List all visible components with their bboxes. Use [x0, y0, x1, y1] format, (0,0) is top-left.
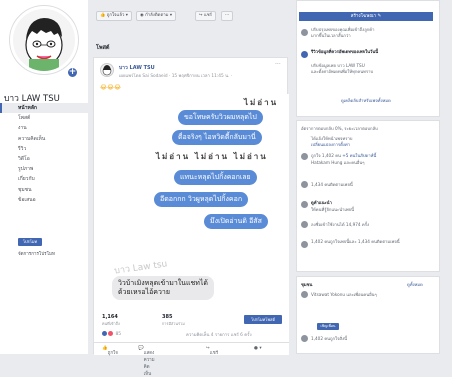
megaphone-icon — [301, 29, 308, 36]
right-column: สร้างโฆษณา ✎ ปรับปรุงเพจของคุณเพื่อเข้าถ… — [296, 0, 440, 354]
cartoon-face-icon — [102, 65, 112, 76]
follow-button[interactable]: ◉ กำลังติดตาม ▾ — [136, 11, 177, 21]
change-settings-link[interactable]: เปลี่ยนแปลงการตั้งค่า — [311, 141, 350, 148]
engagement-value: 385 — [162, 314, 173, 320]
people-like-text: 1,402 คนถูกใจเพจนี้และ 1,434 คนติดตามเพจ… — [311, 239, 400, 244]
sidebar-item-offers[interactable]: ข้อเสนอ — [0, 195, 88, 205]
reach-label: คนที่เข้าถึง — [102, 321, 120, 326]
like-reaction-icon — [102, 331, 107, 336]
rss-icon: ◉ — [140, 13, 144, 18]
likes-total: ถูกใจ 1,402 คน — [311, 153, 341, 158]
tips-card: สร้างโฆษณา ✎ ปรับปรุงเพจของคุณเพื่อเข้าถ… — [296, 0, 440, 117]
thumbs-up-icon: 👍 — [100, 13, 106, 18]
section-title: โพสต์ — [96, 45, 110, 51]
see-all-community-link[interactable]: ดูทั้งหมด — [407, 281, 423, 288]
watermark: บาว Law tsu — [113, 259, 168, 277]
info-icon — [301, 51, 308, 58]
post-meta: เผยแพร่โดย Sai Sodaeid · 15 พฤศจิกายน เว… — [119, 74, 233, 79]
like-icon — [301, 335, 308, 342]
about-card: อัตราการตอบกลับ 0%, ระยะเวลาตอบกลับ ได้แ… — [296, 120, 440, 272]
tip-text: ปรับปรุงเพจของคุณเพื่อเข้าถึงลูกค้า มากข… — [311, 27, 375, 38]
chat-bubble: ตื่อจริงๆ ไอหวิดตี้กลับมานี่ — [172, 130, 262, 145]
star-icon — [301, 201, 308, 208]
sidebar-item-posts[interactable]: โพสต์ — [0, 113, 88, 123]
like-icon — [301, 153, 308, 160]
checkins-count: ลงชื่อเข้าใช้งานได้ 14,974 ครั้ง — [311, 222, 369, 227]
sidebar-item-community[interactable]: ชุมชน — [0, 185, 88, 195]
sidebar-item-about[interactable]: เกี่ยวกับ — [0, 174, 88, 184]
community-line: Vitsawat Yokonu และเพื่อนคนอื่นๆ — [311, 292, 377, 297]
chat-bubble: ขอโทษครับวิวผมหลุดไป — [178, 110, 263, 125]
sidebar-item-home[interactable]: หน้าหลัก — [0, 103, 88, 114]
likes-count: ถูกใจ 1,402 คน +5 คนในสัปดาห์นี้ — [311, 152, 376, 159]
likes-new: +5 คนในสัปดาห์นี้ — [342, 153, 377, 158]
promote-button[interactable]: โปรโมท — [18, 238, 42, 246]
like-button-label: ถูกใจแล้ว ▾ — [106, 13, 128, 18]
sidebar-nav: หน้าหลัก โพสต์ งาน ความคิดเห็น รีวิว วิด… — [0, 103, 88, 205]
sidebar-item-comments[interactable]: ความคิดเห็น — [0, 134, 88, 144]
people-icon — [301, 241, 308, 248]
sidebar-item-videos[interactable]: วิดีโอ — [0, 154, 88, 164]
post-text: 😂😂😂 — [100, 84, 122, 91]
post-author-avatar[interactable] — [100, 63, 114, 77]
love-reaction-icon — [108, 331, 113, 336]
cartoon-face-icon — [25, 18, 63, 71]
likes-friend[interactable]: Hatakam Hung และคนอื่นๆ — [311, 159, 365, 166]
community-title: ชุมชน — [301, 282, 313, 287]
community-likes: 1,402 คนถูกใจสิ่งนี้ — [311, 336, 348, 341]
sidebar-item-jobs[interactable]: งาน — [0, 123, 88, 133]
share-button[interactable]: ↪ แชร์ — [195, 11, 216, 21]
reaction-summary[interactable]: 85 — [102, 331, 121, 337]
post-author-name[interactable]: บาว LAW TSU — [119, 64, 155, 72]
add-photo-button[interactable]: + — [66, 66, 79, 79]
manage-promotions-link[interactable]: จัดการการโปรโมท — [18, 250, 55, 257]
boost-post-button[interactable]: โปรโมทโพสต์ — [244, 315, 282, 324]
checkin-icon — [301, 221, 308, 228]
comments-shares-count[interactable]: ความคิดเห็น 4 รายการ แชร์ 6 ครั้ง — [186, 331, 252, 338]
chat-bubble: มึงเปิดอ่านดิ อีสัส — [204, 214, 268, 229]
see-all-tips-link[interactable]: ดูเคล็ดลับสำหรับเพจทั้งหมด — [341, 97, 391, 104]
post-actions: 👍 ถูกใจ 💬 แสดงความคิดเห็น ↪ แชร์ ● ▾ — [94, 342, 289, 377]
comment-action-label: แสดงความคิดเห็น — [143, 351, 155, 377]
sidebar-item-reviews[interactable]: รีวิว — [0, 144, 88, 154]
chat-bubble: แทนะหลุดไปกิ้งคอกเลย — [174, 170, 257, 185]
sticker-read-row: ไม่อ่าน ไม่อ่าน ไม่อ่าน — [156, 152, 268, 161]
reaction-count: 85 — [115, 332, 122, 337]
post-card: บาว LAW TSU เผยแพร่โดย Sai Sodaeid · 15 … — [93, 57, 289, 377]
tip-body: ปรับข้อมูลเพจ บาว LAW TSU และตั้งค่าอัพเ… — [311, 63, 374, 74]
followers-count: 1,434 คนติดตามเพจนี้ — [311, 182, 353, 187]
recommend-body: ให้คนที่รู้จักแนะนำเพจนี้ — [311, 207, 354, 212]
create-ad-button[interactable]: สร้างโฆษณา ✎ — [299, 12, 433, 21]
post-options-icon[interactable]: ··· — [275, 61, 281, 68]
comment-action[interactable]: 💬 แสดงความคิดเห็น — [138, 346, 155, 377]
follow-button-label: กำลังติดตาม ▾ — [145, 13, 173, 18]
engagement-label: การมีส่วนร่วม — [162, 321, 185, 326]
profile-picture[interactable] — [10, 6, 78, 74]
chat-bubble: อีดอกกก วิวผูหลุดไปกิ้งคอก — [154, 192, 249, 207]
chat-screenshot-image[interactable]: ไม่อ่าน ขอโทษครับวิวผมหลุดไป ตื่อจริงๆ ไ… — [94, 94, 289, 316]
response-rate: อัตราการตอบกลับ 0%, ระยะเวลาตอบกลับ — [301, 126, 378, 131]
audience-selector[interactable]: ● ▾ — [254, 346, 262, 351]
share-icon: ↪ — [199, 13, 203, 18]
post-stats: 1,164 คนที่เข้าถึง 385 การมีส่วนร่วม โปร… — [94, 313, 289, 377]
follow-icon — [301, 181, 308, 188]
reach-value: 1,164 — [102, 314, 118, 320]
post-header: บาว LAW TSU เผยแพร่โดย Sai Sodaeid · 15 … — [94, 58, 289, 94]
like-button[interactable]: 👍 ถูกใจแล้ว ▾ — [96, 11, 132, 21]
share-button-label: แชร์ — [203, 13, 212, 18]
recommend-title[interactable]: ดูคำแนะนำ — [311, 199, 332, 206]
community-card: ชุมชน ดูทั้งหมด Vitsawat Yokonu และเพื่อ… — [296, 276, 440, 354]
invite-friends-button[interactable]: เชิญเพื่อน — [317, 323, 339, 330]
like-action-label: ถูกใจ — [107, 351, 118, 356]
left-sidebar: + บาว LAW TSU หน้าหลัก โพสต์ งาน ความคิด… — [0, 0, 88, 354]
sticker-read: ไม่อ่าน — [244, 98, 279, 107]
friends-icon — [301, 291, 308, 298]
tip-title[interactable]: รีวิวข้อมูลที่ควรอัพเดทของเพจในวันนี้ — [311, 49, 427, 55]
sidebar-item-photos[interactable]: รูปภาพ — [0, 164, 88, 174]
like-action[interactable]: 👍 ถูกใจ — [102, 346, 118, 356]
chat-reply-bubble: วิวบ้าเมิงหลุดเข้ามาในแชทได้ ด้วยเหรอไอ้… — [112, 276, 214, 300]
more-button[interactable]: ··· — [221, 11, 234, 21]
share-action[interactable]: ↪ แชร์ — [206, 346, 218, 356]
share-action-label: แชร์ — [209, 351, 219, 356]
